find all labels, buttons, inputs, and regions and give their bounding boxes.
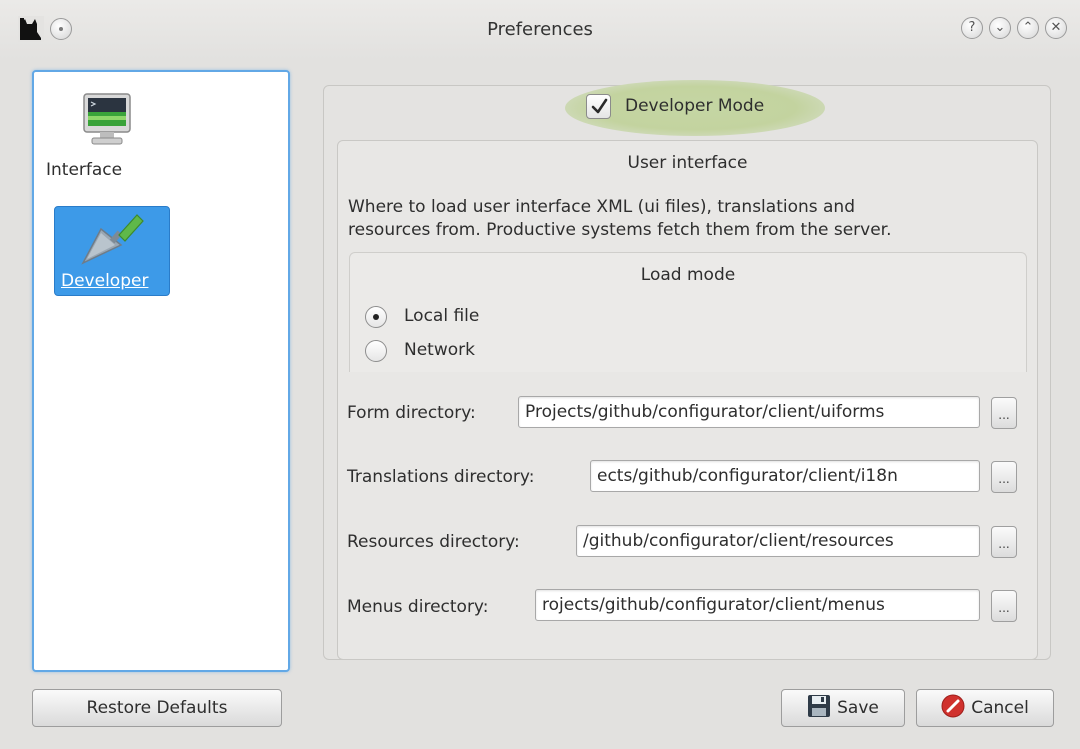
monitor-icon (83, 93, 131, 145)
translations-directory-browse-button[interactable]: ... (991, 461, 1017, 493)
sidebar-item-label: Developer (61, 271, 149, 291)
translations-directory-label: Translations directory: (347, 467, 535, 487)
form-directory-input[interactable]: Projects/github/configurator/client/uifo… (518, 396, 980, 428)
description-line: resources from. Productive systems fetch… (348, 220, 892, 240)
resources-directory-label: Resources directory: (347, 532, 520, 552)
developer-mode-checkbox[interactable] (586, 94, 611, 119)
radio-local-file[interactable] (365, 306, 387, 328)
resources-directory-browse-button[interactable]: ... (991, 526, 1017, 558)
title-bar[interactable]: Preferences ? ⌄ ⌃ ✕ (0, 0, 1080, 60)
cancel-button[interactable]: Cancel (916, 689, 1054, 727)
window-title: Preferences (487, 19, 593, 40)
radio-local-file-label[interactable]: Local file (404, 306, 479, 326)
restore-defaults-label: Restore Defaults (86, 698, 228, 718)
menus-directory-browse-button[interactable]: ... (991, 590, 1017, 622)
menus-directory-input[interactable]: rojects/github/configurator/client/menus (535, 589, 980, 621)
sidebar-item-label: Interface (46, 160, 123, 180)
save-label: Save (837, 698, 879, 718)
cancel-icon (941, 694, 965, 718)
close-button[interactable]: ✕ (1045, 17, 1067, 39)
menus-directory-label: Menus directory: (347, 597, 489, 617)
floppy-disk-icon (808, 695, 831, 717)
user-interface-title: User interface (627, 153, 748, 173)
restore-defaults-button[interactable]: Restore Defaults (32, 689, 282, 727)
help-button[interactable]: ? (961, 17, 983, 39)
trowel-icon (81, 214, 144, 265)
sidebar-item-developer[interactable]: Developer (54, 206, 170, 296)
cancel-label: Cancel (971, 698, 1029, 718)
category-list[interactable]: Interface Developer (32, 70, 290, 672)
user-interface-description: Where to load user interface XML (ui fil… (348, 196, 1028, 242)
description-line: Where to load user interface XML (ui fil… (348, 197, 855, 217)
save-button[interactable]: Save (781, 689, 905, 727)
maximize-button[interactable]: ⌃ (1017, 17, 1039, 39)
resources-directory-input[interactable]: /github/configurator/client/resources (576, 525, 980, 557)
translations-directory-input[interactable]: ects/github/configurator/client/i18n (590, 460, 980, 492)
minimize-button[interactable]: ⌄ (989, 17, 1011, 39)
sidebar-item-interface[interactable]: Interface (46, 90, 170, 200)
form-directory-browse-button[interactable]: ... (991, 397, 1017, 429)
form-directory-label: Form directory: (347, 403, 476, 423)
developer-mode-label[interactable]: Developer Mode (625, 96, 764, 116)
radio-network-label[interactable]: Network (404, 340, 475, 360)
checkmark-icon (591, 98, 608, 114)
preferences-window: Preferences ? ⌄ ⌃ ✕ Interface Developer … (0, 0, 1080, 749)
load-mode-title: Load mode (640, 265, 736, 285)
radio-network[interactable] (365, 340, 387, 362)
